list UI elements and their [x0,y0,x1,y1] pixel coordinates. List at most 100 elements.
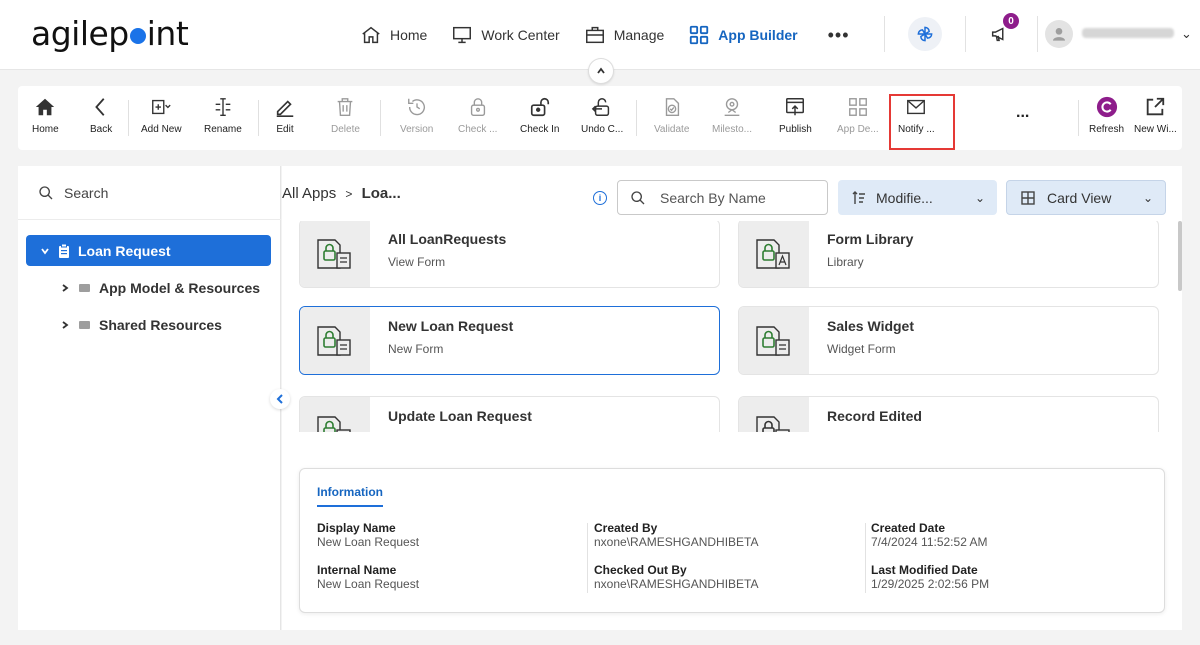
toolbar-back-label: Back [90,124,113,135]
refresh-icon [1096,96,1117,118]
breadcrumb: All Apps > Loa... [282,185,401,202]
sort-label: Modifie... [876,189,933,206]
edit-icon [276,100,294,117]
card-view-icon [1021,190,1035,205]
agilepoint-logo[interactable]: agilep int [31,14,189,53]
toolbar-milestone-button[interactable]: Milesto... [712,96,752,135]
toolbar-undo-checkout-button[interactable]: Undo C... [581,96,623,135]
toolbar-edit-label: Edit [276,124,294,135]
folder-icon [79,321,90,329]
tree-item-loan-request[interactable]: Loan Request [26,235,271,266]
info-icon[interactable]: i [593,191,607,205]
grid-icon [690,25,709,45]
card-grid-scrollbar[interactable] [1178,221,1182,291]
clipboard-icon [59,243,69,258]
nav-home-label: Home [390,27,428,43]
form-lock-icon [739,307,809,374]
announcements-button[interactable]: 0 [983,13,1019,51]
collapse-panel-button[interactable] [270,389,290,409]
tree-item-app-model[interactable]: App Model & Resources [60,280,260,296]
tree-item-label: Shared Resources [99,317,222,333]
toolbar-delete-button[interactable]: Delete [331,96,360,135]
info-column-users: Created By nxone\RAMESHGANDHIBETA Checke… [594,521,759,605]
app-details-icon [848,98,867,116]
divider [380,100,381,136]
add-new-icon [152,99,171,115]
toolbar-home-button[interactable]: Home [32,96,59,135]
toolbar-new-window-button[interactable]: New Wi... [1134,96,1177,135]
toolbar-more-button[interactable]: ... [1016,104,1029,122]
library-lock-icon [739,221,809,287]
toolbar-validate-label: Validate [654,124,690,135]
chevron-right-icon [62,321,69,329]
publish-icon [786,98,805,116]
info-value: New Loan Request [317,577,420,591]
tree-item-shared-resources[interactable]: Shared Resources [60,317,222,333]
info-value: nxone\RAMESHGANDHIBETA [594,535,759,549]
nav-app-builder[interactable]: App Builder [688,22,798,48]
divider [128,100,129,136]
tree-item-label: Loan Request [78,242,171,259]
process-hub-button[interactable] [908,17,942,51]
view-label: Card View [1047,189,1112,206]
toolbar-app-details-label: App De... [837,124,879,135]
toolbar-check-in-button[interactable]: Check In [520,96,559,135]
user-name-blurred[interactable] [1082,28,1174,38]
nav-more-button[interactable]: ••• [828,25,850,46]
nav-manage[interactable]: Manage [584,22,665,48]
sort-icon [852,190,865,204]
nav-work-center[interactable]: Work Center [451,22,560,48]
card-update-loan-request[interactable]: Update Loan Request [299,396,720,432]
unlock-icon [530,97,549,117]
toolbar-back-button[interactable]: Back [90,96,112,135]
card-title: Sales Widget [827,318,915,334]
chevron-down-icon[interactable]: ⌄ [1181,26,1192,42]
breadcrumb-all-apps[interactable]: All Apps [282,185,336,202]
info-label: Last Modified Date [871,563,978,577]
divider [587,523,588,593]
card-subtitle: View Form [388,255,446,269]
card-subtitle: Widget Form [827,342,896,356]
card-title: Update Loan Request [388,408,532,424]
notification-badge: 0 [1003,13,1019,29]
home-icon [36,98,55,116]
search-input[interactable]: Search By Name [617,180,828,215]
card-title: Record Edited [827,408,922,424]
lock-icon [470,98,485,116]
toolbar-check-out-label: Check ... [458,124,498,135]
card-sales-widget[interactable]: Sales Widget Widget Form [738,306,1159,375]
toolbar-check-out-button[interactable]: Check ... [458,96,497,135]
card-new-loan-request[interactable]: New Loan Request New Form [299,306,720,375]
toolbar-edit-button[interactable]: Edit [274,96,296,135]
form-lock-icon [300,397,370,432]
toolbar-version-button[interactable]: Version [400,96,433,135]
card-all-loanrequests[interactable]: All LoanRequests View Form [299,221,720,288]
info-value: 7/4/2024 11:52:52 AM [871,535,988,549]
toolbar-validate-button[interactable]: Validate [654,96,689,135]
card-record-edited[interactable]: Record Edited [738,396,1159,432]
toolbar-home-label: Home [32,124,59,135]
info-label: Internal Name [317,563,397,577]
divider [965,16,966,52]
toolbar-publish-button[interactable]: Publish [779,96,812,135]
avatar[interactable] [1045,20,1073,48]
nav-home[interactable]: Home [360,22,427,48]
tab-information[interactable]: Information [317,485,383,507]
toolbar-rename-button[interactable]: Rename [204,96,242,135]
form-lock-icon [300,221,370,287]
toolbar-app-details-button[interactable]: App De... [837,96,879,135]
view-dropdown[interactable]: Card View ⌄ [1006,180,1166,215]
divider [636,100,637,136]
user-icon [1053,28,1065,41]
card-form-library[interactable]: Form Library Library [738,221,1159,288]
sort-dropdown[interactable]: Modifie... ⌄ [838,180,997,215]
form-lock-icon [300,307,370,374]
toolbar-add-new-button[interactable]: Add New [141,96,182,135]
toolbar-refresh-button[interactable]: Refresh [1089,96,1124,135]
pinwheel-icon [917,26,933,42]
toolbar-undo-checkout-label: Undo C... [581,124,624,135]
collapse-header-button[interactable] [588,58,614,84]
nav-manage-label: Manage [613,27,665,43]
tree-search[interactable]: Search [18,166,281,220]
toolbar-new-window-label: New Wi... [1134,124,1177,135]
